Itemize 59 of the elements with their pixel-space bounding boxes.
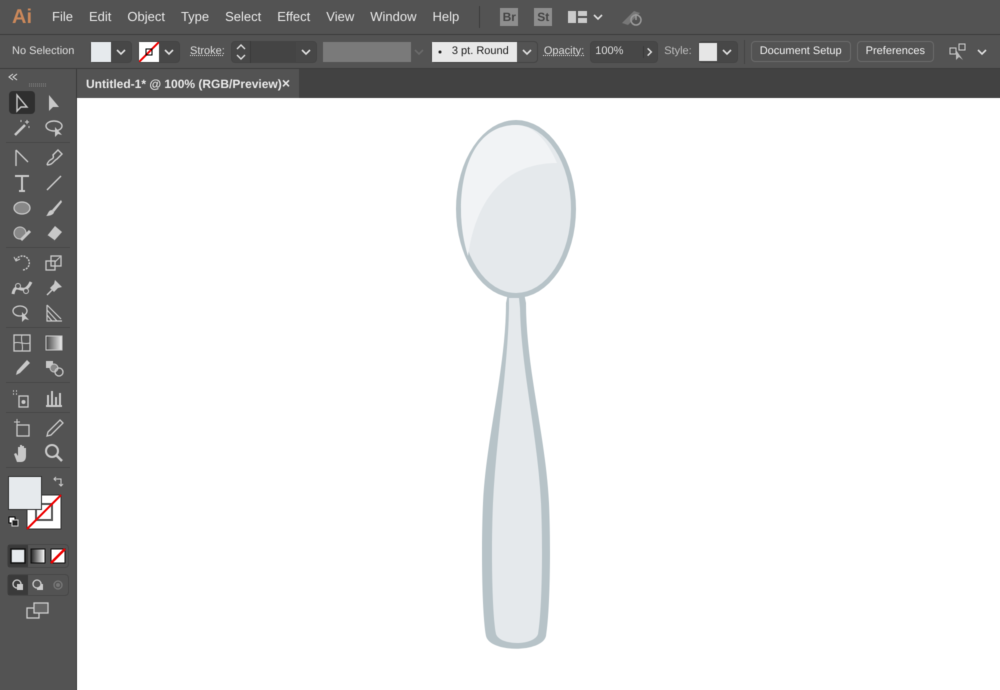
caret-icon xyxy=(412,46,425,56)
dot-icon xyxy=(438,50,442,54)
stroke-weight-field[interactable] xyxy=(230,40,317,62)
draw-behind-icon xyxy=(30,577,46,593)
stroke-label[interactable]: Stroke: xyxy=(190,43,225,60)
tool-button[interactable] xyxy=(9,91,35,114)
opacity-value: 100% xyxy=(594,44,624,60)
no-stroke-swatch-icon xyxy=(139,42,159,62)
color-icon xyxy=(9,547,27,565)
fill-color-control[interactable] xyxy=(90,40,132,62)
draw-normal-icon xyxy=(10,577,26,593)
caret-icon xyxy=(720,46,733,56)
style-label: Style: xyxy=(664,44,692,60)
brush-preview[interactable]: 3 pt. Round xyxy=(432,42,517,62)
caret-icon xyxy=(115,46,127,56)
menu-item[interactable]: View xyxy=(318,7,362,27)
selection-label: No Selection xyxy=(11,44,76,60)
screen-mode-icon xyxy=(26,602,50,620)
swap-icon xyxy=(52,476,64,488)
caret-icon xyxy=(520,46,533,56)
caret-icon xyxy=(163,46,175,56)
caret-icon xyxy=(300,46,312,56)
stepper-icon xyxy=(234,42,248,62)
mesh-icon xyxy=(11,332,33,354)
color-mode-button[interactable] xyxy=(8,545,28,567)
menu-item[interactable]: Select xyxy=(217,7,270,27)
app-logo: Ai xyxy=(12,5,32,30)
zoom-icon xyxy=(43,442,65,464)
brush-name: 3 pt. Round xyxy=(452,44,509,60)
toolbar-button[interactable]: Document Setup xyxy=(750,41,851,62)
none-icon xyxy=(49,547,67,565)
menu-item[interactable]: Window xyxy=(362,7,424,27)
graphic-style-control[interactable] xyxy=(698,40,738,62)
caret-icon xyxy=(976,46,988,56)
menu-item[interactable]: Object xyxy=(119,7,173,27)
caret-icon xyxy=(592,12,604,22)
menu-item[interactable]: Help xyxy=(424,7,468,27)
default-colors-icon xyxy=(8,516,20,528)
menu-item[interactable]: Type xyxy=(172,7,218,27)
gradient-icon xyxy=(29,547,47,565)
close-tab-button[interactable]: × xyxy=(282,73,290,94)
tab-title: Untitled-1* @ 100% (RGB/Preview) xyxy=(86,76,282,92)
draw-mode-button[interactable] xyxy=(8,575,28,595)
grip-icon xyxy=(28,83,48,88)
pencil-icon xyxy=(43,416,65,438)
collapse-icon xyxy=(8,73,18,81)
toolbar-button[interactable]: Preferences xyxy=(856,41,934,62)
fill-swatch xyxy=(91,42,111,62)
fill-swatch[interactable] xyxy=(8,476,42,510)
brush-definition-control[interactable]: 3 pt. Round xyxy=(430,40,538,62)
menu-item[interactable]: Effect xyxy=(269,7,318,27)
opacity-field[interactable]: 100% xyxy=(590,40,658,62)
document-tab[interactable]: Untitled-1* @ 100% (RGB/Preview)× xyxy=(77,69,299,98)
menu-item[interactable]: Edit xyxy=(80,7,120,27)
stroke-color-control[interactable] xyxy=(138,40,180,62)
opacity-label[interactable]: Opacity: xyxy=(544,43,584,60)
menu-item[interactable]: File xyxy=(44,7,81,27)
style-swatch xyxy=(698,42,717,60)
workspace-icon xyxy=(568,10,588,24)
